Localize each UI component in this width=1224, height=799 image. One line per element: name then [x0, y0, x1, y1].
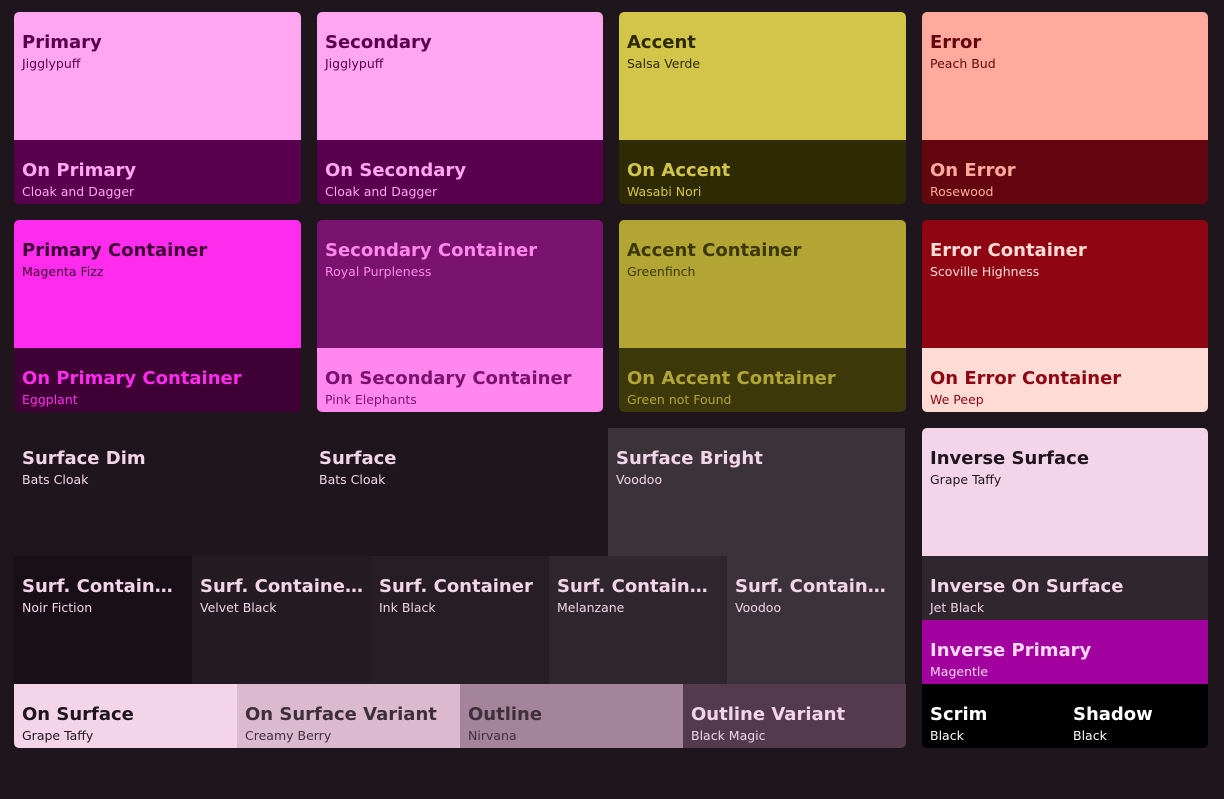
swatch-name: Surf. Container Lowest	[22, 576, 184, 597]
swatch-color-name: Voodoo	[735, 600, 782, 615]
swatch-name: On Surface	[22, 704, 134, 725]
error-container-swatch: Error Container Scoville Highness	[922, 220, 1208, 348]
swatch-color-name: Salsa Verde	[627, 56, 701, 71]
primary-container-swatch: Primary Container Magenta Fizz	[14, 220, 301, 348]
swatch-name: Error Container	[930, 240, 1087, 261]
swatch-name: Secondary	[325, 32, 432, 53]
swatch-color-name: Greenfinch	[627, 264, 696, 279]
on-secondary-swatch: On Secondary Cloak and Dagger	[317, 140, 603, 204]
swatch-color-name: Eggplant	[22, 392, 78, 407]
outline-swatch: Outline Nirvana	[460, 684, 683, 748]
primary-swatch: Primary Jigglypuff	[14, 12, 301, 140]
on-surface-swatch: On Surface Grape Taffy	[14, 684, 237, 748]
swatch-name: Outline	[468, 704, 543, 725]
surface-swatch: Surface Bats Cloak	[311, 428, 608, 556]
surf-container-lowest-swatch: Surf. Container Lowest Noir Fiction	[14, 556, 192, 684]
on-primary-swatch: On Primary Cloak and Dagger	[14, 140, 301, 204]
swatch-name: Accent Container	[627, 240, 802, 261]
surface-dim-swatch: Surface Dim Bats Cloak	[14, 428, 311, 556]
swatch-name: Surf. Container Highest	[735, 576, 897, 597]
swatch-name: On Accent Container	[627, 368, 836, 389]
swatch-color-name: Peach Bud	[930, 56, 996, 71]
swatch-color-name: Jigglypuff	[22, 56, 81, 71]
swatch-name: Shadow	[1073, 704, 1153, 725]
swatch-color-name: Noir Fiction	[22, 600, 93, 615]
swatch-name: Scrim	[930, 704, 988, 725]
on-accent-swatch: On Accent Wasabi Nori	[619, 140, 906, 204]
swatch-name: Accent	[627, 32, 696, 53]
swatch-name: Surface Bright	[616, 448, 763, 469]
surf-container-swatch: Surf. Container Ink Black	[371, 556, 549, 684]
shadow-swatch: Shadow Black	[1065, 684, 1208, 748]
swatch-color-name: Green not Found	[627, 392, 732, 407]
swatch-name: Secondary Container	[325, 240, 538, 261]
swatch-name: On Surface Variant	[245, 704, 437, 725]
swatch-color-name: Ink Black	[379, 600, 436, 615]
swatch-color-name: Wasabi Nori	[627, 184, 702, 199]
swatch-color-name: Cloak and Dagger	[325, 184, 438, 199]
swatch-name: Outline Variant	[691, 704, 846, 725]
on-error-container-swatch: On Error Container We Peep	[922, 348, 1208, 412]
swatch-color-name: Magentle	[930, 664, 989, 679]
error-swatch: Error Peach Bud	[922, 12, 1208, 140]
swatch-color-name: Jet Black	[930, 600, 985, 615]
swatch-name: On Error Container	[930, 368, 1122, 389]
swatch-name: Error	[930, 32, 982, 53]
swatch-name: Inverse Surface	[930, 448, 1090, 469]
swatch-name: Surf. Container Low	[200, 576, 363, 597]
on-primary-container-swatch: On Primary Container Eggplant	[14, 348, 301, 412]
swatch-color-name: Bats Cloak	[319, 472, 386, 487]
on-secondary-container-swatch: On Secondary Container Pink Elephants	[317, 348, 603, 412]
inverse-primary-swatch: Inverse Primary Magentle	[922, 620, 1208, 684]
swatch-name: On Secondary Container	[325, 368, 572, 389]
swatch-name: On Secondary	[325, 160, 467, 181]
swatch-name: On Accent	[627, 160, 731, 181]
swatch-color-name: Jigglypuff	[325, 56, 384, 71]
swatch-name: Surf. Container	[379, 576, 533, 597]
secondary-container-swatch: Secondary Container Royal Purpleness	[317, 220, 603, 348]
swatch-color-name: Black	[930, 728, 964, 743]
swatch-color-name: Black Magic	[691, 728, 766, 743]
inverse-surface-swatch: Inverse Surface Grape Taffy	[922, 428, 1208, 556]
swatch-name: Inverse On Surface	[930, 576, 1124, 597]
outline-variant-swatch: Outline Variant Black Magic	[683, 684, 906, 748]
swatch-name: Surf. Container High	[557, 576, 719, 597]
swatch-color-name: We Peep	[930, 392, 984, 407]
accent-swatch: Accent Salsa Verde	[619, 12, 906, 140]
swatch-color-name: Velvet Black	[200, 600, 277, 615]
swatch-color-name: Scoville Highness	[930, 264, 1040, 279]
swatch-color-name: Voodoo	[616, 472, 663, 487]
swatch-color-name: Bats Cloak	[22, 472, 89, 487]
swatch-name: On Primary Container	[22, 368, 242, 389]
swatch-color-name: Black	[1073, 728, 1107, 743]
swatch-name: Inverse Primary	[930, 640, 1092, 661]
swatch-color-name: Grape Taffy	[22, 728, 94, 743]
surface-bright-swatch: Surface Bright Voodoo	[608, 428, 905, 556]
swatch-name: On Error	[930, 160, 1016, 181]
scrim-swatch: Scrim Black	[922, 684, 1065, 748]
swatch-color-name: Nirvana	[468, 728, 517, 743]
swatch-color-name: Creamy Berry	[245, 728, 332, 743]
swatch-name: Surface	[319, 448, 397, 469]
on-surface-variant-swatch: On Surface Variant Creamy Berry	[237, 684, 460, 748]
swatch-name: On Primary	[22, 160, 137, 181]
swatch-name: Primary	[22, 32, 102, 53]
surf-container-low-swatch: Surf. Container Low Velvet Black	[192, 556, 371, 684]
on-error-swatch: On Error Rosewood	[922, 140, 1208, 204]
secondary-swatch: Secondary Jigglypuff	[317, 12, 603, 140]
swatch-color-name: Magenta Fizz	[22, 264, 104, 279]
accent-container-swatch: Accent Container Greenfinch	[619, 220, 906, 348]
on-accent-container-swatch: On Accent Container Green not Found	[619, 348, 906, 412]
swatch-color-name: Pink Elephants	[325, 392, 417, 407]
swatch-name: Primary Container	[22, 240, 208, 261]
swatch-color-name: Cloak and Dagger	[22, 184, 135, 199]
swatch-color-name: Grape Taffy	[930, 472, 1002, 487]
swatch-name: Surface Dim	[22, 448, 146, 469]
surf-container-highest-swatch: Surf. Container Highest Voodoo	[727, 556, 905, 684]
surf-container-high-swatch: Surf. Container High Melanzane	[549, 556, 727, 684]
swatch-color-name: Melanzane	[557, 600, 625, 615]
swatch-color-name: Royal Purpleness	[325, 264, 432, 279]
inverse-on-surface-swatch: Inverse On Surface Jet Black	[922, 556, 1208, 620]
swatch-color-name: Rosewood	[930, 184, 994, 199]
